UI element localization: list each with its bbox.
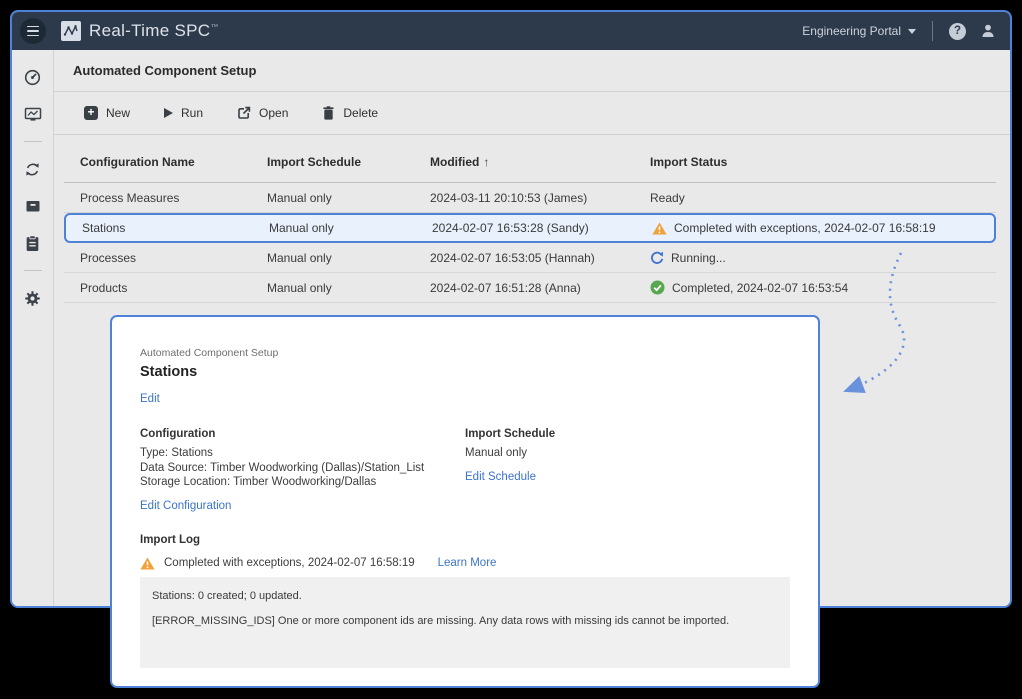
sidebar-item-sync[interactable] [20, 156, 46, 182]
app-logo-icon [61, 21, 81, 41]
sidebar-item-charts[interactable] [20, 101, 46, 127]
column-header-import-schedule[interactable]: Import Schedule [251, 155, 414, 169]
import-log-status-text: Completed with exceptions, 2024-02-07 16… [164, 557, 415, 569]
panel-breadcrumb: Automated Component Setup [140, 347, 790, 359]
run-button[interactable]: Run [164, 106, 203, 120]
plus-icon: + [84, 106, 98, 120]
table-row-selected[interactable]: Stations Manual only 2024-02-07 16:53:28… [64, 213, 996, 243]
log-line: Stations: 0 created; 0 updated. [152, 590, 778, 602]
edit-configuration-link[interactable]: Edit Configuration [140, 500, 231, 512]
table-header-row: Configuration Name Import Schedule Modif… [64, 135, 996, 183]
log-line: [ERROR_MISSING_IDS] One or more componen… [152, 615, 778, 627]
toolbar: + New Run Open [54, 92, 1010, 135]
column-header-import-status[interactable]: Import Status [634, 155, 996, 169]
sidebar-item-settings[interactable] [20, 285, 46, 311]
configuration-storage-location: Storage Location: Timber Woodworking/Dal… [140, 475, 465, 490]
sidebar-divider [24, 141, 42, 142]
table-row[interactable]: Products Manual only 2024-02-07 16:51:28… [64, 273, 996, 303]
panel-title: Stations [140, 364, 790, 380]
import-schedule-section: Import Schedule Manual only Edit Schedul… [465, 428, 555, 514]
warning-icon [652, 222, 667, 235]
import-schedule-value: Manual only [465, 446, 555, 461]
table-row[interactable]: Processes Manual only 2024-02-07 16:53:0… [64, 243, 996, 273]
open-button[interactable]: Open [237, 106, 288, 120]
table-row[interactable]: Process Measures Manual only 2024-03-11 … [64, 183, 996, 213]
column-header-modified[interactable]: Modified↑ [414, 155, 634, 169]
edit-link[interactable]: Edit [140, 393, 160, 405]
configurations-table: Configuration Name Import Schedule Modif… [64, 135, 996, 303]
archive-box-icon [25, 198, 41, 214]
sort-ascending-icon: ↑ [483, 155, 489, 169]
open-external-icon [237, 106, 251, 120]
user-account-button[interactable] [980, 23, 996, 39]
chevron-down-icon [908, 29, 916, 34]
trash-icon [322, 106, 335, 120]
import-log-heading: Import Log [140, 534, 790, 546]
trademark: ™ [210, 22, 218, 31]
sidebar-item-dashboard[interactable] [20, 64, 46, 90]
configuration-type: Type: Stations [140, 446, 465, 461]
status-text: Completed with exceptions, 2024-02-07 16… [674, 221, 936, 235]
portal-label: Engineering Portal [802, 24, 901, 38]
sidebar-item-tasks[interactable] [20, 230, 46, 256]
play-icon [164, 108, 173, 118]
configuration-heading: Configuration [140, 428, 465, 440]
warning-icon [140, 557, 155, 570]
hamburger-menu-button[interactable] [20, 18, 46, 44]
user-icon [980, 23, 996, 39]
app-title: Real-Time SPC™ [89, 21, 219, 41]
import-log-output: Stations: 0 created; 0 updated. [ERROR_M… [140, 577, 790, 668]
configuration-data-source: Data Source: Timber Woodworking (Dallas)… [140, 461, 465, 476]
sync-icon [24, 161, 41, 178]
clipboard-icon [25, 235, 40, 252]
learn-more-link[interactable]: Learn More [438, 557, 497, 569]
sidebar [12, 50, 54, 606]
portal-dropdown[interactable]: Engineering Portal [802, 24, 916, 38]
sidebar-item-storage[interactable] [20, 193, 46, 219]
status-text: Completed, 2024-02-07 16:53:54 [672, 281, 848, 295]
success-icon [650, 280, 665, 295]
configuration-section: Configuration Type: Stations Data Source… [140, 428, 465, 514]
edit-schedule-link[interactable]: Edit Schedule [465, 471, 536, 483]
running-refresh-icon [650, 251, 664, 265]
delete-button[interactable]: Delete [322, 106, 378, 120]
chart-monitor-icon [24, 106, 42, 123]
gear-icon [24, 290, 41, 307]
import-log-status-line: Completed with exceptions, 2024-02-07 16… [140, 557, 790, 570]
new-button[interactable]: + New [84, 106, 130, 120]
import-schedule-heading: Import Schedule [465, 428, 555, 440]
page-title: Automated Component Setup [73, 63, 256, 78]
status-text: Running... [671, 251, 726, 265]
status-text: Ready [650, 191, 685, 205]
page-title-bar: Automated Component Setup [54, 50, 1010, 92]
column-header-configuration-name[interactable]: Configuration Name [64, 155, 251, 169]
sidebar-divider [24, 270, 42, 271]
gauge-icon [24, 69, 41, 86]
help-button[interactable]: ? [949, 23, 966, 40]
detail-panel: Automated Component Setup Stations Edit … [110, 315, 820, 688]
topbar-divider [932, 21, 933, 41]
topbar: Real-Time SPC™ Engineering Portal ? [12, 12, 1010, 50]
